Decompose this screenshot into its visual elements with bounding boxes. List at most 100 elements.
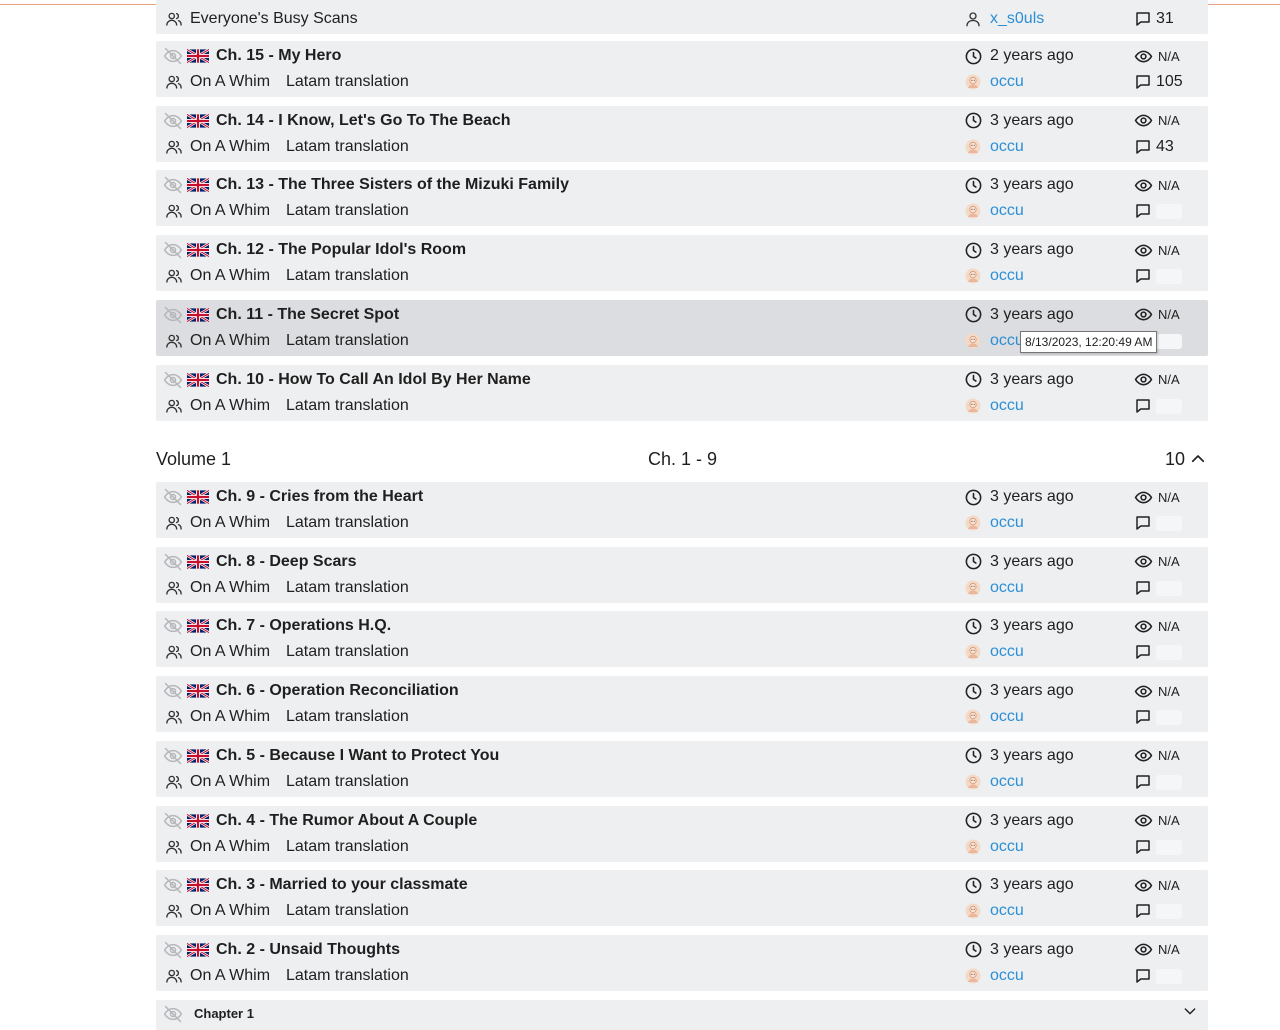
chapter-title[interactable]: Ch. 12 - The Popular Idol's Room: [216, 241, 466, 259]
comment-icon[interactable]: [1133, 772, 1153, 792]
group-link[interactable]: On A Whim: [190, 643, 270, 661]
chapter-title[interactable]: Ch. 4 - The Rumor About A Couple: [216, 812, 477, 830]
comment-count[interactable]: 105: [1156, 73, 1183, 91]
uploader-link[interactable]: occu: [990, 138, 1024, 156]
eye-off-icon[interactable]: [163, 46, 183, 66]
chapter-row[interactable]: Ch. 15 - My Hero 2 years ago N/A On A Wh…: [156, 41, 1208, 97]
comment-icon[interactable]: [1133, 137, 1153, 157]
group-link[interactable]: Latam translation: [286, 838, 409, 856]
chapter-title[interactable]: Ch. 3 - Married to your classmate: [216, 876, 468, 894]
upload-time[interactable]: 3 years ago: [990, 488, 1074, 506]
chapter-row[interactable]: Ch. 5 - Because I Want to Protect You 3 …: [156, 740, 1208, 797]
upload-time[interactable]: 3 years ago: [990, 682, 1074, 700]
chapter-title[interactable]: Ch. 6 - Operation Reconciliation: [216, 682, 459, 700]
uploader-link[interactable]: occu: [990, 514, 1024, 532]
chapter-title[interactable]: Ch. 15 - My Hero: [216, 47, 341, 65]
comment-icon[interactable]: [1133, 642, 1153, 662]
chapter-title[interactable]: Ch. 5 - Because I Want to Protect You: [216, 747, 499, 765]
uploader-link[interactable]: occu: [990, 902, 1024, 920]
comment-icon[interactable]: [1133, 9, 1153, 29]
chapter-row[interactable]: Ch. 10 - How To Call An Idol By Her Name…: [156, 364, 1208, 421]
group-link[interactable]: On A Whim: [190, 332, 270, 350]
chapter-row[interactable]: Ch. 12 - The Popular Idol's Room 3 years…: [156, 235, 1208, 292]
uploader-link[interactable]: occu: [990, 332, 1024, 350]
upload-time[interactable]: 3 years ago: [990, 241, 1074, 259]
eye-off-icon[interactable]: [163, 370, 183, 390]
group-link[interactable]: On A Whim: [190, 902, 270, 920]
uploader-link[interactable]: occu: [990, 967, 1024, 985]
eye-off-icon[interactable]: [163, 681, 183, 701]
eye-off-icon[interactable]: [163, 305, 183, 325]
eye-off-icon[interactable]: [163, 111, 183, 131]
group-link[interactable]: On A Whim: [190, 202, 270, 220]
uploader-link[interactable]: occu: [990, 202, 1024, 220]
comment-icon[interactable]: [1133, 901, 1153, 921]
group-link[interactable]: On A Whim: [190, 708, 270, 726]
group-link[interactable]: On A Whim: [190, 838, 270, 856]
upload-time[interactable]: 3 years ago: [990, 812, 1074, 830]
eye-off-icon[interactable]: [163, 940, 183, 960]
upload-time[interactable]: 3 years ago: [990, 747, 1074, 765]
chapter-title[interactable]: Ch. 8 - Deep Scars: [216, 553, 357, 571]
eye-off-icon[interactable]: [163, 487, 183, 507]
chapter-title[interactable]: Ch. 13 - The Three Sisters of the Mizuki…: [216, 176, 569, 194]
group-link[interactable]: Latam translation: [286, 267, 409, 285]
comment-icon[interactable]: [1133, 578, 1153, 598]
chapter-row[interactable]: Ch. 8 - Deep Scars 3 years ago N/A On A …: [156, 546, 1208, 603]
upload-time[interactable]: 3 years ago: [990, 876, 1074, 894]
chevron-down-icon[interactable]: [1182, 1003, 1198, 1019]
chapter-title[interactable]: Chapter 1: [194, 1006, 254, 1021]
uploader-link[interactable]: occu: [990, 397, 1024, 415]
group-link[interactable]: On A Whim: [190, 138, 270, 156]
chapter-title[interactable]: Ch. 7 - Operations H.Q.: [216, 617, 391, 635]
group-link[interactable]: On A Whim: [190, 397, 270, 415]
uploader-link[interactable]: occu: [990, 708, 1024, 726]
group-link[interactable]: On A Whim: [190, 73, 270, 91]
chapter-row[interactable]: Ch. 6 - Operation Reconciliation 3 years…: [156, 676, 1208, 733]
group-link[interactable]: Latam translation: [286, 73, 409, 91]
comment-count[interactable]: 31: [1156, 10, 1174, 28]
group-link[interactable]: Latam translation: [286, 902, 409, 920]
group-link[interactable]: Everyone's Busy Scans: [190, 10, 358, 28]
upload-time[interactable]: 3 years ago: [990, 371, 1074, 389]
chapter-row[interactable]: Everyone's Busy Scans x_s0uls 31: [156, 0, 1208, 34]
chapter-title[interactable]: Ch. 9 - Cries from the Heart: [216, 488, 423, 506]
uploader-link[interactable]: x_s0uls: [990, 10, 1044, 28]
uploader-link[interactable]: occu: [990, 73, 1024, 91]
uploader-link[interactable]: occu: [990, 643, 1024, 661]
eye-off-icon[interactable]: [163, 1004, 183, 1024]
comment-icon[interactable]: [1133, 513, 1153, 533]
chapter-title[interactable]: Ch. 14 - I Know, Let's Go To The Beach: [216, 112, 511, 130]
comment-icon[interactable]: [1133, 966, 1153, 986]
comment-icon[interactable]: [1133, 707, 1153, 727]
volume-toggle[interactable]: 10: [1165, 446, 1207, 472]
upload-time[interactable]: 3 years ago: [990, 176, 1074, 194]
chapter-row[interactable]: Ch. 4 - The Rumor About A Couple 3 years…: [156, 805, 1208, 862]
upload-time[interactable]: 3 years ago: [990, 112, 1074, 130]
upload-time[interactable]: 3 years ago: [990, 553, 1074, 571]
group-link[interactable]: Latam translation: [286, 397, 409, 415]
upload-time[interactable]: 2 years ago: [990, 47, 1074, 65]
group-link[interactable]: Latam translation: [286, 967, 409, 985]
group-link[interactable]: Latam translation: [286, 202, 409, 220]
group-link[interactable]: Latam translation: [286, 773, 409, 791]
group-link[interactable]: On A Whim: [190, 967, 270, 985]
upload-time[interactable]: 3 years ago: [990, 617, 1074, 635]
uploader-link[interactable]: occu: [990, 267, 1024, 285]
comment-icon[interactable]: [1133, 396, 1153, 416]
eye-off-icon[interactable]: [163, 875, 183, 895]
chapter-row[interactable]: Ch. 7 - Operations H.Q. 3 years ago N/A …: [156, 611, 1208, 668]
group-link[interactable]: Latam translation: [286, 332, 409, 350]
upload-time[interactable]: 3 years ago: [990, 306, 1074, 324]
chapter-title[interactable]: Ch. 10 - How To Call An Idol By Her Name: [216, 371, 531, 389]
uploader-link[interactable]: occu: [990, 773, 1024, 791]
eye-off-icon[interactable]: [163, 552, 183, 572]
group-link[interactable]: On A Whim: [190, 514, 270, 532]
eye-off-icon[interactable]: [163, 240, 183, 260]
upload-time[interactable]: 3 years ago: [990, 941, 1074, 959]
group-link[interactable]: Latam translation: [286, 643, 409, 661]
group-link[interactable]: On A Whim: [190, 773, 270, 791]
eye-off-icon[interactable]: [163, 746, 183, 766]
uploader-link[interactable]: occu: [990, 579, 1024, 597]
eye-off-icon[interactable]: [163, 616, 183, 636]
